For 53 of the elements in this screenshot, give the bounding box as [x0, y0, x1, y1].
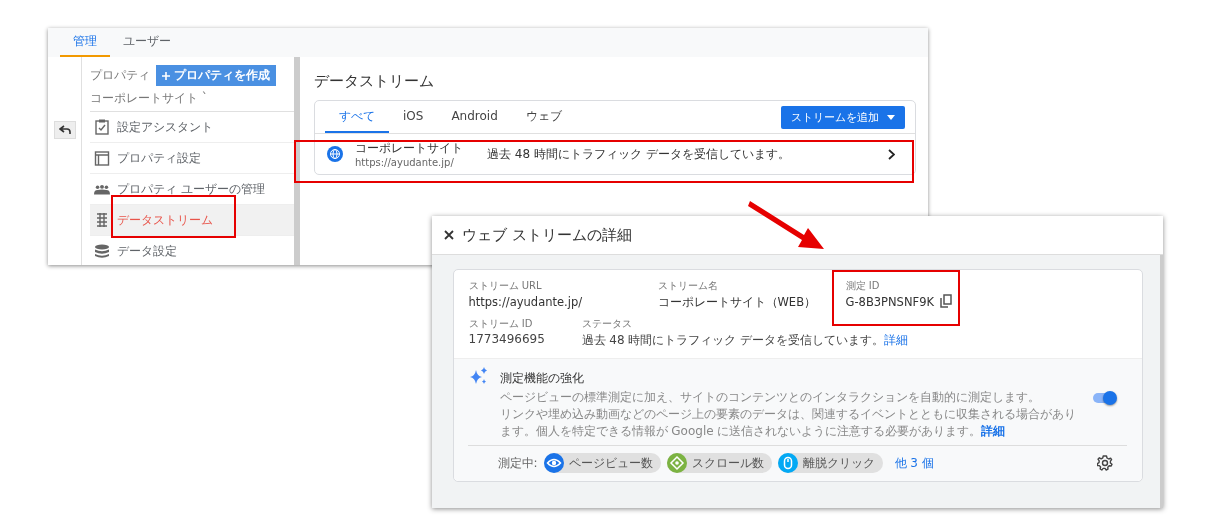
plus-icon: [162, 71, 170, 80]
panel-title: ウェブ ストリームの詳細: [462, 225, 632, 245]
nav-item[interactable]: データストリーム: [90, 205, 294, 236]
details-link[interactable]: 詳細: [884, 333, 909, 347]
copy-icon[interactable]: [940, 294, 952, 308]
add-stream-button[interactable]: ストリームを追加: [781, 105, 905, 129]
stream-url: https://ayudante.jp/: [355, 157, 455, 168]
property-label: プロパティ: [90, 67, 150, 84]
stream-tab[interactable]: Android: [437, 101, 512, 133]
people-icon: [94, 183, 110, 195]
details-link[interactable]: 詳細: [981, 424, 1006, 439]
nav-item[interactable]: プロパティ設定: [90, 143, 294, 174]
nav-item[interactable]: 設定アシスタント: [90, 112, 294, 143]
back-button[interactable]: [53, 121, 76, 139]
event-chip: 離脱クリック: [777, 453, 883, 474]
page-title: データストリーム: [314, 72, 435, 91]
measuring-label: 測定中:: [497, 454, 538, 472]
section-title: 測定機能の強化: [499, 371, 584, 385]
field-value: https://ayudante.jp/: [468, 295, 584, 309]
description-text: ページビューの標準測定に加え、サイトのコンテンツとのインタラクションを自動的に測定します。 リンクや埋め込み動画などのページ上の要素のデータは、関連するイベントとともに収集される場合があります。個人を特定できる情報が Google に送信されないように注意する必要があります。詳細: [499, 389, 1077, 441]
field-label: ストリーム URL: [468, 279, 543, 293]
field-label: 測定 ID: [845, 279, 881, 293]
close-icon[interactable]: [444, 230, 454, 240]
event-chip: ページビュー数: [543, 453, 661, 474]
clipboard-check-icon: [94, 119, 110, 135]
stream-tab[interactable]: ウェブ: [511, 101, 576, 133]
globe-icon: [327, 146, 343, 162]
field-value: G-8B3PNSNF9K: [845, 295, 934, 309]
field-label: ステータス: [581, 317, 633, 331]
stream-status: 過去 48 時間にトラフィック データを受信しています。: [487, 145, 791, 163]
settings-icon[interactable]: [1096, 455, 1113, 472]
stream-icon: [94, 212, 110, 228]
more-link[interactable]: 他 3 個: [894, 454, 934, 472]
chevron-right-icon: [888, 148, 895, 160]
field-value: 1773496695: [468, 332, 546, 346]
field-label: ストリーム ID: [468, 317, 534, 331]
toggle-switch[interactable]: [1092, 393, 1115, 403]
stream-row[interactable]: コーポレートサイト https://ayudante.jp/ 過去 48 時間にトラフィック データを受信しています。: [315, 134, 915, 174]
layout-icon: [94, 150, 110, 166]
event-chip: スクロール数: [666, 453, 772, 474]
back-arrow-icon: [58, 125, 71, 135]
caret-down-icon: [887, 114, 895, 120]
field-value: コーポレートサイト（WEB）: [657, 295, 818, 310]
create-property-button[interactable]: プロパティを作成: [156, 65, 276, 86]
sparkle-icon: [469, 367, 488, 385]
stream-tab[interactable]: iOS: [389, 101, 438, 133]
top-tab[interactable]: ユーザー: [110, 28, 184, 57]
status-text: 過去 48 時間にトラフィック データを受信しています。詳細: [581, 332, 909, 349]
top-tab[interactable]: 管理: [60, 28, 110, 57]
stream-name: コーポレートサイト: [355, 140, 464, 157]
database-icon: [94, 243, 110, 259]
stream-tab[interactable]: すべて: [325, 101, 389, 133]
field-label: ストリーム名: [657, 279, 719, 293]
